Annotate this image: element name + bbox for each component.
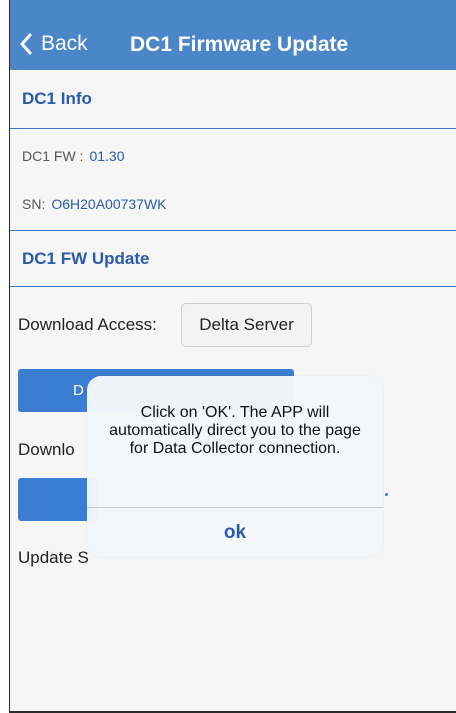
download-button-label: D [73,382,84,399]
sn-value: O6H20A00737WK [51,196,167,212]
sn-label: SN: [22,196,46,212]
section-header-fw-update: DC1 FW Update [22,249,150,268]
back-label: Back [41,32,88,55]
update-button[interactable] [18,478,98,521]
back-button[interactable]: Back [19,28,88,60]
section-divider [10,230,456,231]
app-screen: Back DC1 Firmware Update DC1 Info DC1 FW… [10,0,456,713]
download-status-label: Downlo [18,440,75,459]
chevron-left-icon [20,33,32,55]
update-status-label: Update S [18,548,89,567]
download-access-select[interactable]: Delta Server [181,303,312,347]
section-divider [10,286,456,287]
section-divider [10,128,456,129]
dc1-fw-row: DC1 FW : 01.30 [22,148,125,164]
download-access-label: Download Access: [18,315,157,334]
ok-button[interactable]: ok [87,508,383,557]
dc1-fw-value: 01.30 [89,148,125,164]
navigation-bar: Back DC1 Firmware Update [10,0,456,70]
sn-row: SN: O6H20A00737WK [22,196,167,212]
section-header-dc1-info: DC1 Info [22,89,92,108]
alert-message: Click on 'OK'. The APP will automaticall… [109,404,361,457]
alert-dialog: Click on 'OK'. The APP will automaticall… [87,376,383,557]
dc1-fw-label: DC1 FW : [22,148,84,164]
progress-dot [385,493,388,496]
page-title: DC1 Firmware Update [130,33,349,56]
